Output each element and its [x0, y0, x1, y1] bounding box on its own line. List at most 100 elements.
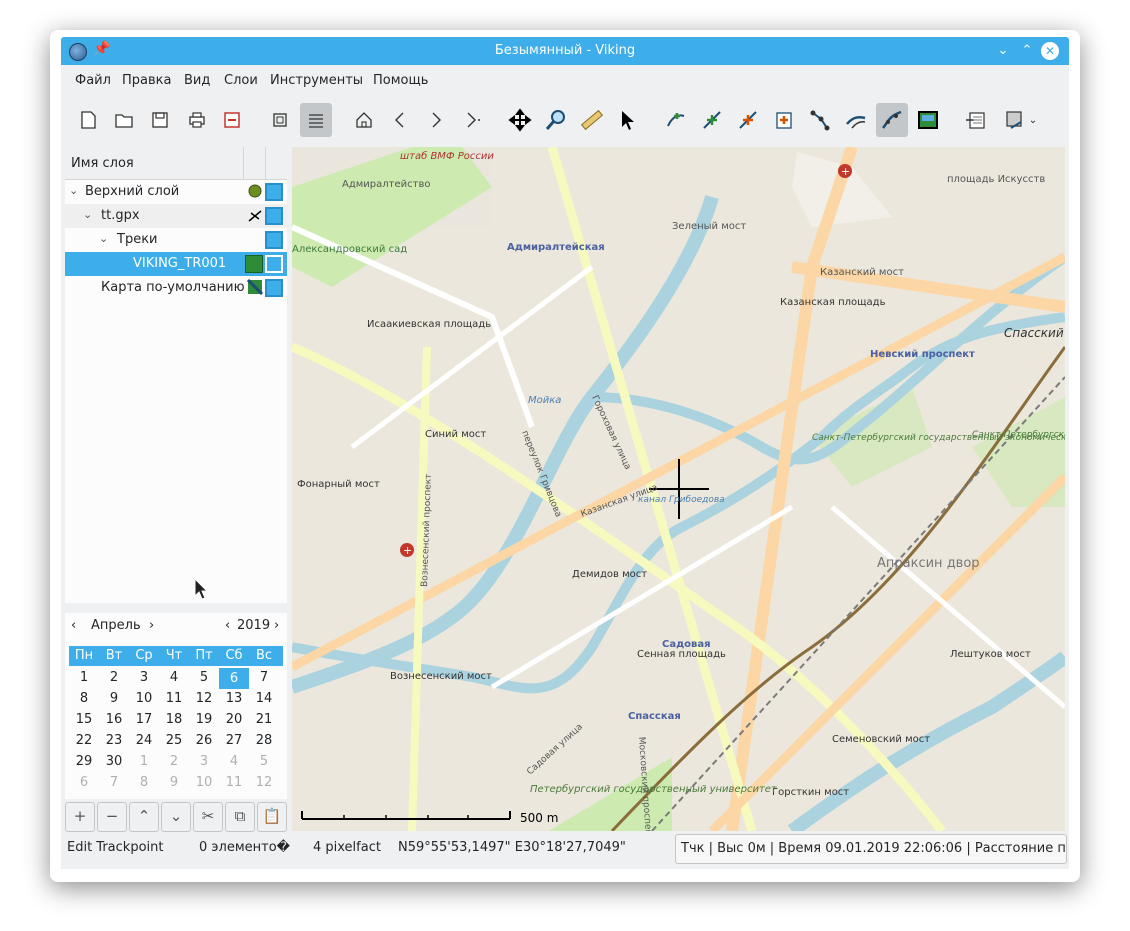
route-finder-icon[interactable] [840, 103, 872, 137]
extended-route-icon[interactable] [876, 103, 908, 137]
create-track-icon[interactable] [660, 103, 692, 137]
print-icon[interactable] [181, 103, 213, 137]
calendar-day[interactable]: 19 [189, 712, 219, 727]
calendar-day[interactable]: 12 [189, 691, 219, 706]
collapse-arrow-icon[interactable]: ⌄ [83, 208, 92, 221]
cut-button[interactable]: ✂ [193, 802, 223, 832]
layer-visible-checkbox[interactable] [265, 231, 283, 249]
menu-file[interactable]: Файл [75, 73, 111, 88]
calendar-day[interactable]: 3 [129, 670, 159, 685]
calendar-day[interactable]: 30 [99, 754, 129, 769]
collapse-arrow-icon[interactable]: ⌄ [69, 184, 78, 197]
prev-year-icon[interactable]: ‹ [225, 618, 230, 633]
pan-icon[interactable] [504, 103, 536, 137]
calendar-day[interactable]: 9 [99, 691, 129, 706]
calendar-day[interactable]: 8 [69, 691, 99, 706]
calendar-day[interactable]: 4 [219, 754, 249, 769]
edit-trackpoint-icon[interactable] [804, 103, 836, 137]
back-icon[interactable] [384, 103, 416, 137]
menu-edit[interactable]: Правка [122, 73, 171, 88]
menu-help[interactable]: Помощь [373, 73, 428, 88]
collapse-arrow-icon[interactable]: ⌄ [99, 232, 108, 245]
layer-visible-checkbox[interactable] [265, 279, 283, 297]
calendar-day[interactable]: 9 [159, 775, 189, 790]
map-view[interactable]: + + штаб ВМФ России Адмиралтейство Зелен… [292, 147, 1065, 831]
calendar-day[interactable]: 6 [69, 775, 99, 790]
zoom-icon[interactable] [540, 103, 572, 137]
edit-waypoint-icon[interactable] [768, 103, 800, 137]
maximize-icon[interactable]: ⌃ [1017, 41, 1037, 61]
goto-icon[interactable] [456, 103, 488, 137]
add-layer-dropdown-icon[interactable]: ⌄ [996, 103, 1044, 137]
copy-button[interactable]: ⧉ [225, 802, 255, 832]
fullscreen-icon[interactable] [264, 103, 296, 137]
minimize-icon[interactable]: ⌄ [993, 41, 1013, 61]
calendar-day[interactable]: 2 [99, 670, 129, 685]
new-file-icon[interactable] [72, 103, 104, 137]
move-down-button[interactable]: ⌄ [161, 802, 191, 832]
layer-visible-checkbox[interactable] [265, 183, 283, 201]
calendar-day[interactable]: 11 [159, 691, 189, 706]
calendar-day[interactable]: 3 [189, 754, 219, 769]
layer-row-default-map[interactable]: Карта по-умолчанию [65, 276, 287, 300]
layer-row-top[interactable]: ⌄ Верхний слой [65, 180, 287, 204]
calendar-month[interactable]: Апрель [91, 618, 141, 633]
calendar-day[interactable]: 21 [249, 712, 279, 727]
calendar-day[interactable]: 4 [159, 670, 189, 685]
save-icon[interactable] [144, 103, 176, 137]
georef-icon[interactable] [912, 103, 944, 137]
layer-row-tracks[interactable]: ⌄ Треки [65, 228, 287, 252]
home-icon[interactable] [348, 103, 380, 137]
add-layer-button[interactable]: + [65, 802, 95, 832]
layer-visible-checkbox[interactable] [265, 255, 283, 273]
map-canvas[interactable]: + + штаб ВМФ России Адмиралтейство Зелен… [292, 147, 1065, 831]
create-route-icon[interactable] [696, 103, 728, 137]
create-waypoint-icon[interactable] [732, 103, 764, 137]
calendar-day[interactable]: 12 [249, 775, 279, 790]
calendar-day[interactable]: 14 [249, 691, 279, 706]
calendar-day[interactable]: 17 [129, 712, 159, 727]
prev-month-icon[interactable]: ‹ [71, 618, 76, 633]
calendar-day[interactable]: 18 [159, 712, 189, 727]
close-file-icon[interactable] [216, 103, 248, 137]
calendar-day[interactable]: 2 [159, 754, 189, 769]
calendar-day[interactable]: 25 [159, 733, 189, 748]
calendar-day[interactable]: 15 [69, 712, 99, 727]
select-icon[interactable] [612, 103, 644, 137]
menu-tools[interactable]: Инструменты [270, 73, 363, 88]
menu-layers[interactable]: Слои [224, 73, 258, 88]
calendar-day[interactable]: 16 [99, 712, 129, 727]
calendar-day[interactable]: 26 [189, 733, 219, 748]
layer-name-column[interactable]: Имя слоя [71, 156, 134, 171]
show-layers-icon[interactable] [300, 103, 332, 137]
calendar-day[interactable]: 7 [249, 670, 279, 685]
layer-visible-checkbox[interactable] [265, 207, 283, 225]
calendar-day[interactable]: 1 [129, 754, 159, 769]
close-icon[interactable]: ✕ [1041, 42, 1059, 60]
remove-layer-button[interactable]: − [97, 802, 127, 832]
open-folder-icon[interactable] [108, 103, 140, 137]
next-month-icon[interactable]: › [149, 618, 154, 633]
calendar-day[interactable]: 5 [189, 670, 219, 685]
calendar-day[interactable]: 29 [69, 754, 99, 769]
calendar-day[interactable]: 28 [249, 733, 279, 748]
menu-view[interactable]: Вид [184, 73, 210, 88]
calendar-day[interactable]: 1 [69, 670, 99, 685]
paste-button[interactable]: 📋 [257, 802, 287, 832]
layer-row-viking-tr001[interactable]: VIKING_TR001 [65, 252, 287, 276]
calendar-year[interactable]: 2019 [237, 618, 270, 633]
calendar-day[interactable]: 10 [129, 691, 159, 706]
calendar-day[interactable]: 22 [69, 733, 99, 748]
calendar-day[interactable]: 8 [129, 775, 159, 790]
calendar-day[interactable]: 7 [99, 775, 129, 790]
calendar-day[interactable]: 10 [189, 775, 219, 790]
calendar-day[interactable]: 24 [129, 733, 159, 748]
calendar-day[interactable]: 5 [249, 754, 279, 769]
calendar-day[interactable]: 11 [219, 775, 249, 790]
layer-row-tt-gpx[interactable]: ⌄ tt.gpx [65, 204, 287, 228]
calendar-day[interactable]: 27 [219, 733, 249, 748]
forward-icon[interactable] [420, 103, 452, 137]
ruler-icon[interactable] [576, 103, 608, 137]
calendar-day[interactable]: 13 [219, 691, 249, 706]
calendar-day[interactable]: 20 [219, 712, 249, 727]
